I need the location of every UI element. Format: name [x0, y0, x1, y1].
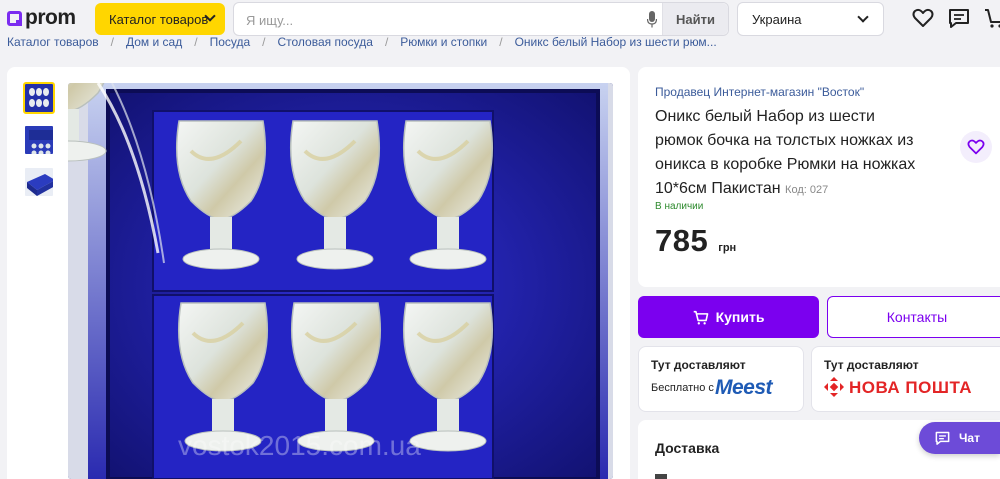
blue-box-closed-thumb	[25, 168, 53, 196]
add-to-favorites-button[interactable]	[960, 131, 992, 163]
product-image-onyx-glasses: vostok2015.com.ua	[68, 83, 613, 479]
breadcrumb: Каталог товаров / Дом и сад / Посуда / С…	[7, 34, 717, 50]
product-code: Код: 027	[785, 184, 829, 196]
delivery-option-title: Тут доставляют	[651, 358, 746, 372]
blue-box-open-thumb	[25, 126, 53, 154]
glasses-set-thumb	[25, 84, 53, 112]
contacts-button[interactable]: Контакты	[827, 296, 1000, 338]
search-bar: Найти	[233, 2, 729, 36]
heart-icon	[967, 139, 985, 155]
region-value: Украина	[752, 11, 802, 27]
chat-icon	[935, 431, 950, 445]
region-select[interactable]: Украина	[737, 2, 884, 36]
chevron-down-icon	[857, 11, 869, 23]
delivery-option-meest[interactable]: Тут доставляют Бесплатно с Meest	[638, 346, 804, 412]
breadcrumb-separator: /	[194, 35, 198, 49]
meest-logo: Meest	[715, 376, 773, 399]
search-input[interactable]	[246, 10, 626, 30]
breadcrumb-item[interactable]: Каталог товаров	[7, 35, 99, 49]
breadcrumb-item[interactable]: Посуда	[210, 35, 251, 49]
seller-link[interactable]: Продавец Интернет-магазин "Восток"	[655, 85, 864, 99]
breadcrumb-item-current[interactable]: Оникс белый Набор из шести рюм...	[515, 35, 717, 49]
breadcrumb-separator: /	[384, 35, 389, 49]
thumbnail-box-open[interactable]	[23, 124, 55, 156]
delivery-option-subtitle: Бесплатно с	[651, 382, 714, 394]
buy-button-label: Купить	[715, 309, 765, 325]
delivery-option-nova-poshta[interactable]: Тут доставляют НОВА ПОШТА	[811, 346, 1000, 412]
watermark-text: vostok2015.com.ua	[178, 430, 421, 461]
site-header: prom Каталог товаров Найти Украина	[0, 0, 1000, 38]
catalog-button-label: Каталог товаров	[109, 11, 209, 27]
breadcrumb-item[interactable]: Дом и сад	[126, 35, 182, 49]
buy-button[interactable]: Купить	[638, 296, 819, 338]
chat-button-label: Чат	[959, 431, 980, 445]
nova-poshta-logo-text: НОВА ПОШТА	[849, 378, 973, 397]
delivery-row-icon	[655, 474, 667, 479]
main-product-photo[interactable]: vostok2015.com.ua	[68, 83, 613, 479]
delivery-option-title: Тут доставляют	[824, 358, 919, 372]
breadcrumb-separator: /	[499, 35, 503, 49]
microphone-icon[interactable]	[647, 11, 657, 28]
catalog-button[interactable]: Каталог товаров	[95, 3, 225, 35]
thumbnail-glasses-set[interactable]	[23, 82, 55, 114]
cart-icon[interactable]	[984, 8, 1000, 28]
thumbnail-box-closed[interactable]	[23, 166, 55, 198]
chat-icon[interactable]	[948, 8, 970, 28]
prom-logo[interactable]: prom	[7, 6, 76, 29]
product-gallery: vostok2015.com.ua	[7, 67, 630, 479]
price: 785 грн	[655, 223, 736, 259]
breadcrumb-separator: /	[262, 35, 266, 49]
breadcrumb-item[interactable]: Столовая посуда	[277, 35, 372, 49]
stock-status: В наличии	[655, 201, 704, 212]
breadcrumb-item[interactable]: Рюмки и стопки	[400, 35, 487, 49]
delivery-section-title: Доставка	[655, 440, 720, 456]
heart-icon[interactable]	[912, 8, 934, 28]
chat-button[interactable]: Чат	[919, 422, 1000, 454]
prom-logo-icon	[7, 10, 22, 26]
breadcrumb-separator: /	[110, 35, 114, 49]
logo-text: prom	[25, 6, 76, 29]
price-currency: грн	[718, 242, 737, 254]
search-button[interactable]: Найти	[662, 3, 728, 35]
product-info-card: Продавец Интернет-магазин "Восток" Оникс…	[638, 67, 1000, 287]
nova-poshta-logo-icon	[824, 377, 844, 397]
thumbnail-list	[23, 82, 55, 208]
cart-icon	[693, 310, 708, 324]
price-value: 785	[655, 223, 709, 258]
product-title: Оникс белый Набор из шести рюмок бочка н…	[655, 105, 925, 202]
